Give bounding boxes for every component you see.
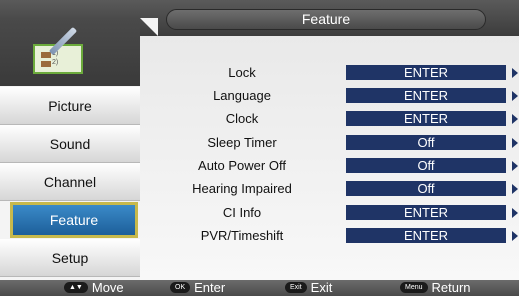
hint-exit: Exit Exit	[285, 280, 332, 296]
row-label: Language	[213, 88, 271, 103]
menu-row-clock[interactable]: Clock ENTER	[140, 107, 519, 130]
arrow-right-icon	[512, 68, 518, 78]
sidebar-item-sound[interactable]: Sound	[0, 125, 140, 163]
sidebar-item-setup[interactable]: Setup	[0, 239, 140, 277]
sidebar-item-channel[interactable]: Channel	[0, 163, 140, 201]
menu-row-lock[interactable]: Lock ENTER	[140, 61, 519, 84]
hint-enter-label: Enter	[194, 280, 226, 295]
row-label: Clock	[225, 111, 259, 126]
row-value[interactable]: Off	[346, 181, 506, 196]
menu-row-hearing-impaired[interactable]: Hearing Impaired Off	[140, 177, 519, 200]
arrow-right-icon	[512, 91, 518, 101]
menu-logo-area: 1) 2)	[0, 18, 140, 86]
arrow-right-icon	[512, 184, 518, 194]
row-label: CI Info	[222, 205, 262, 220]
list-bullet-icon	[41, 52, 51, 58]
row-value[interactable]: Off	[346, 135, 506, 150]
menu-row-auto-power-off[interactable]: Auto Power Off Off	[140, 154, 519, 177]
menu-row-sleep-timer[interactable]: Sleep Timer Off	[140, 131, 519, 154]
row-label: Lock	[228, 65, 256, 80]
row-value[interactable]: ENTER	[346, 205, 506, 220]
sidebar: 1) 2) Picture Sound Channel Feature Setu…	[0, 18, 140, 280]
arrow-right-icon	[512, 231, 518, 241]
row-label: Hearing Impaired	[192, 181, 292, 196]
panel-notch	[140, 18, 158, 36]
menu-title: Feature	[166, 9, 486, 30]
logo-line-2: 2)	[52, 59, 59, 66]
row-value[interactable]: ENTER	[346, 111, 506, 126]
exit-key-icon: Exit	[285, 282, 307, 293]
hint-move-label: Move	[91, 280, 124, 295]
menu-row-pvr-timeshift[interactable]: PVR/Timeshift ENTER	[140, 224, 519, 247]
hint-return-label: Return	[431, 280, 471, 295]
row-value[interactable]: Off	[346, 158, 506, 173]
menu-row-ci-info[interactable]: CI Info ENTER	[140, 201, 519, 224]
menu-row-language[interactable]: Language ENTER	[140, 84, 519, 107]
menu-key-icon: Menu	[400, 282, 428, 293]
hint-exit-label: Exit	[310, 280, 333, 295]
sidebar-item-picture[interactable]: Picture	[0, 87, 140, 125]
row-label: Sleep Timer	[207, 135, 277, 150]
row-label: Auto Power Off	[198, 158, 286, 173]
hint-move: ▲▼ Move	[64, 280, 124, 296]
up-down-key-icon: ▲▼	[64, 282, 88, 293]
arrow-right-icon	[512, 208, 518, 218]
arrow-right-icon	[512, 138, 518, 148]
row-value[interactable]: ENTER	[346, 88, 506, 103]
sidebar-item-feature[interactable]: Feature	[10, 202, 138, 238]
list-bullet-icon	[41, 61, 51, 67]
arrow-right-icon	[512, 161, 518, 171]
arrow-right-icon	[512, 114, 518, 124]
row-value[interactable]: ENTER	[346, 228, 506, 243]
key-hint-bar: ▲▼ Move OK Enter Exit Exit Menu Return	[0, 280, 519, 296]
row-label: PVR/Timeshift	[200, 228, 284, 243]
ok-key-icon: OK	[170, 282, 191, 293]
hint-return: Menu Return	[400, 280, 471, 296]
row-value[interactable]: ENTER	[346, 65, 506, 80]
hint-enter: OK Enter	[170, 280, 225, 296]
